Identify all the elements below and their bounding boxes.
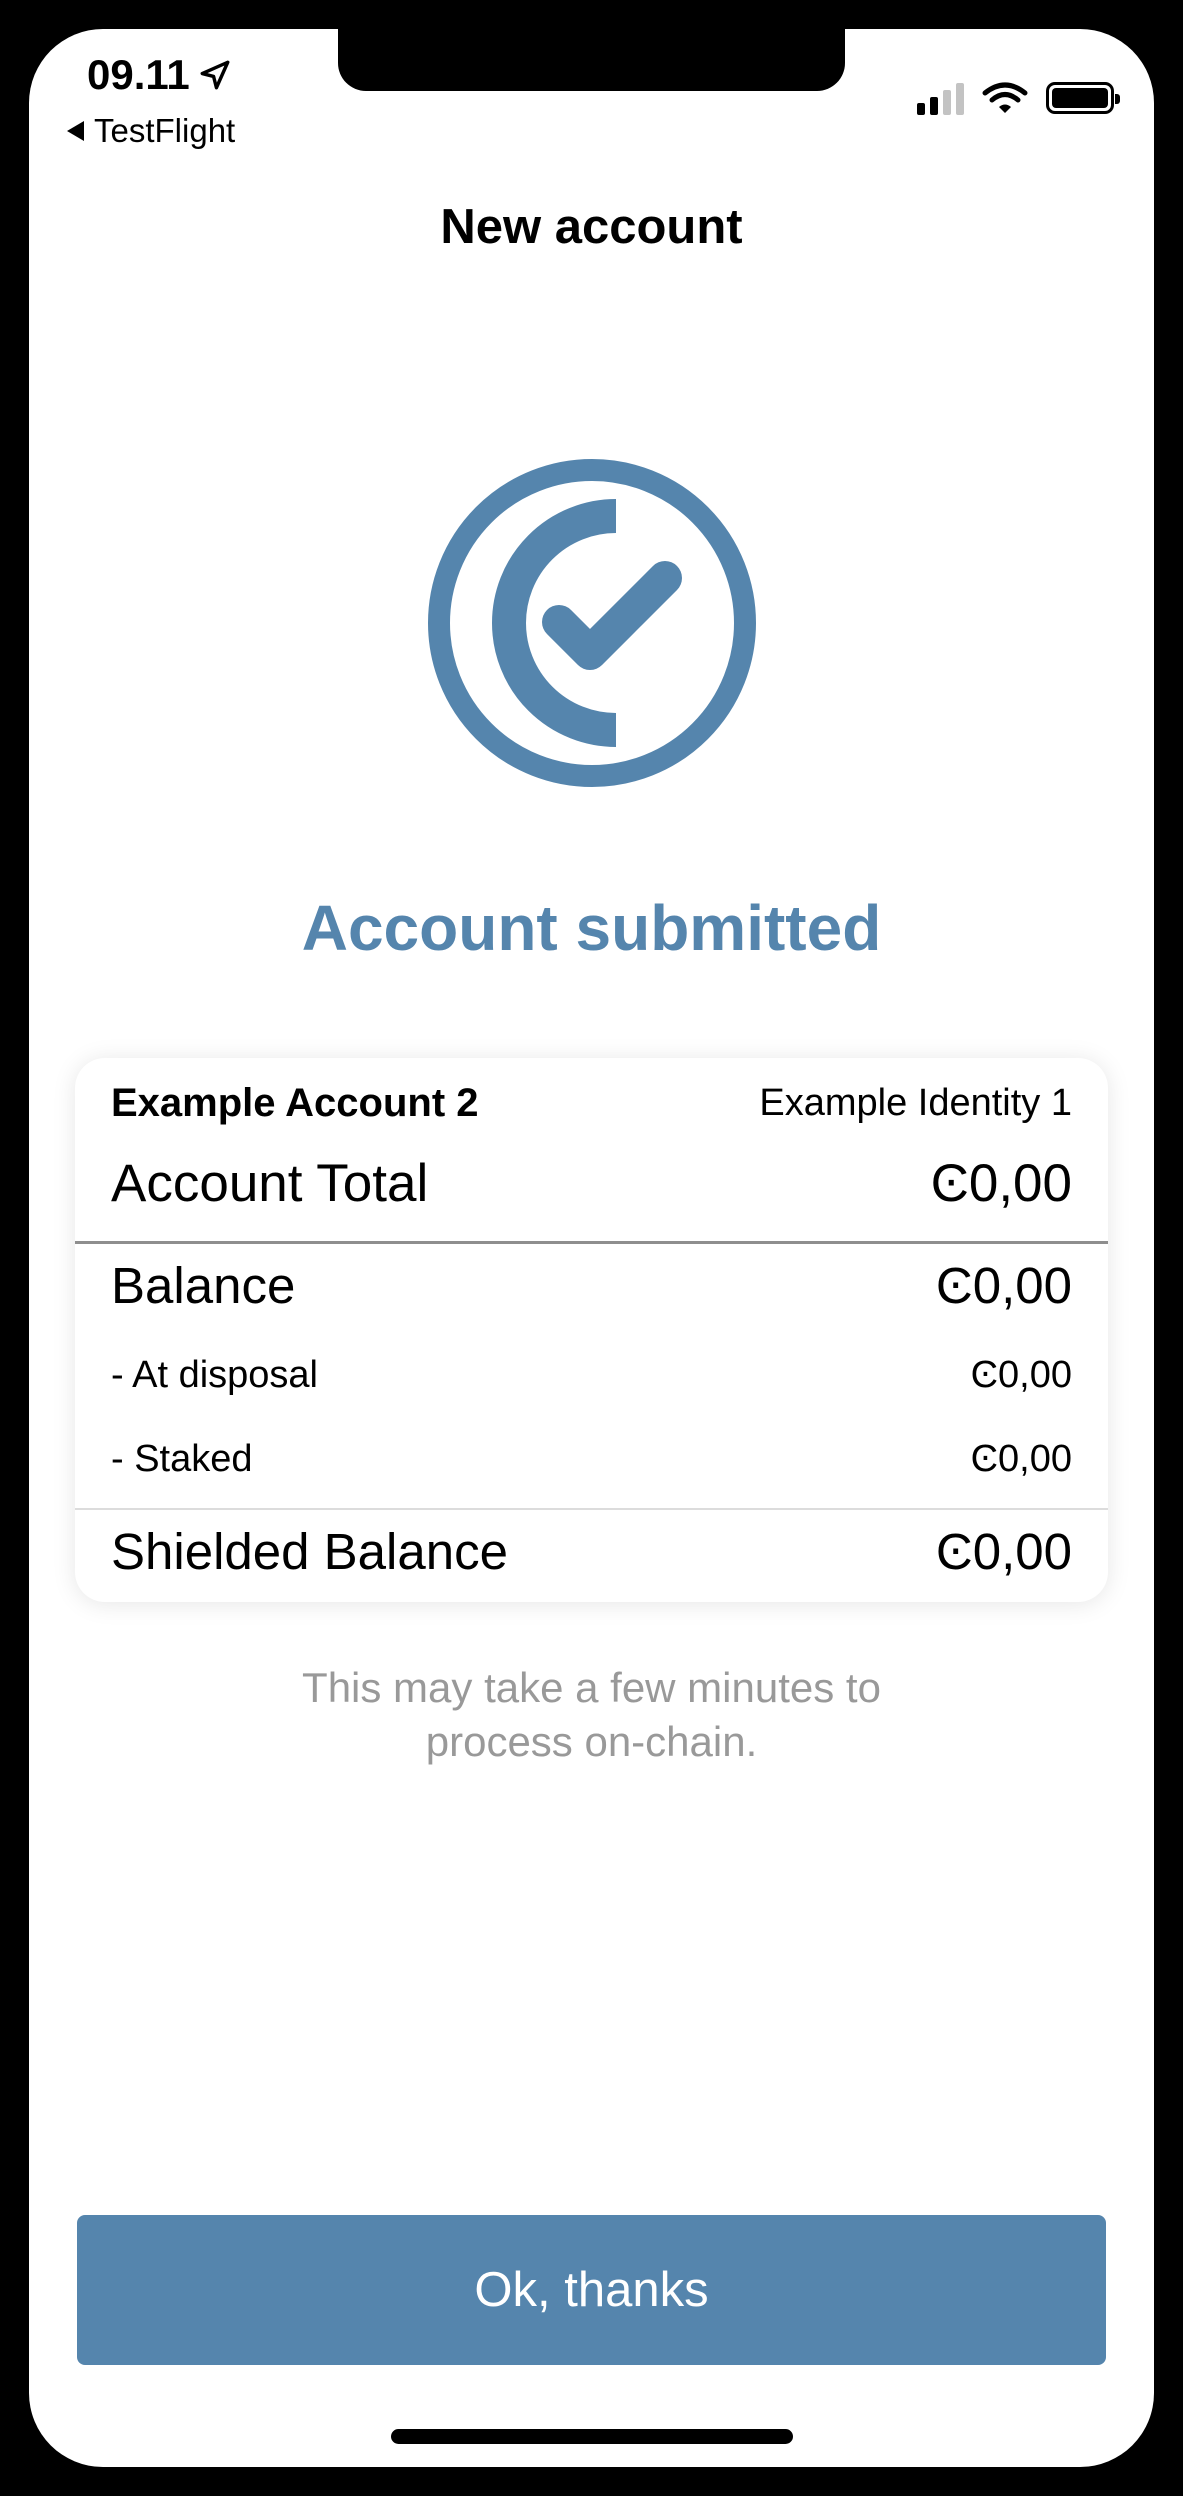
status-time-text: 09.11: [87, 51, 190, 98]
staked-label: - Staked: [111, 1437, 253, 1480]
account-total-value: Ͼ0,00: [930, 1153, 1072, 1213]
battery-icon: [1046, 82, 1120, 114]
submission-status-title: Account submitted: [301, 892, 882, 964]
shielded-balance-row: Shielded Balance Ͼ0,00: [111, 1514, 1072, 1588]
staked-row: - Staked Ͼ0,00: [111, 1432, 1072, 1486]
device-frame: 09.11 TestFlight New account Account sub…: [0, 0, 1183, 2496]
balance-row: Balance Ͼ0,00: [111, 1248, 1072, 1322]
balance-label: Balance: [111, 1256, 296, 1314]
account-header-row: Example Account 2 Example Identity 1: [111, 1078, 1072, 1128]
ok-thanks-button[interactable]: Ok, thanks: [77, 2215, 1106, 2365]
signal-icon: [917, 81, 964, 115]
at-disposal-row: - At disposal Ͼ0,00: [111, 1348, 1072, 1402]
identity-name: Example Identity 1: [759, 1081, 1072, 1124]
divider: [75, 1508, 1108, 1510]
processing-note: This may take a few minutes to process o…: [302, 1664, 881, 1765]
back-triangle-icon: [67, 121, 84, 141]
shielded-balance-value: Ͼ0,00: [935, 1522, 1072, 1580]
at-disposal-value: Ͼ0,00: [970, 1353, 1072, 1396]
balance-value: Ͼ0,00: [935, 1256, 1072, 1314]
account-total-row: Account Total Ͼ0,00: [111, 1148, 1072, 1218]
page-title: New account: [440, 200, 743, 254]
status-indicators: [917, 81, 1120, 115]
status-time: 09.11: [87, 51, 232, 99]
home-indicator[interactable]: [391, 2429, 793, 2444]
notch: [338, 29, 845, 91]
account-summary-card: Example Account 2 Example Identity 1 Acc…: [75, 1058, 1108, 1602]
screen: 09.11 TestFlight New account Account sub…: [29, 29, 1154, 2467]
concordium-check-icon: [428, 459, 756, 787]
account-total-label: Account Total: [111, 1153, 429, 1213]
divider: [75, 1241, 1108, 1244]
back-to-app-link[interactable]: TestFlight: [67, 112, 235, 150]
at-disposal-label: - At disposal: [111, 1353, 318, 1396]
staked-value: Ͼ0,00: [970, 1437, 1072, 1480]
wifi-icon: [982, 82, 1028, 113]
shielded-balance-label: Shielded Balance: [111, 1522, 508, 1580]
account-name: Example Account 2: [111, 1080, 479, 1125]
location-arrow-icon: [200, 60, 230, 90]
back-app-label: TestFlight: [94, 112, 236, 149]
